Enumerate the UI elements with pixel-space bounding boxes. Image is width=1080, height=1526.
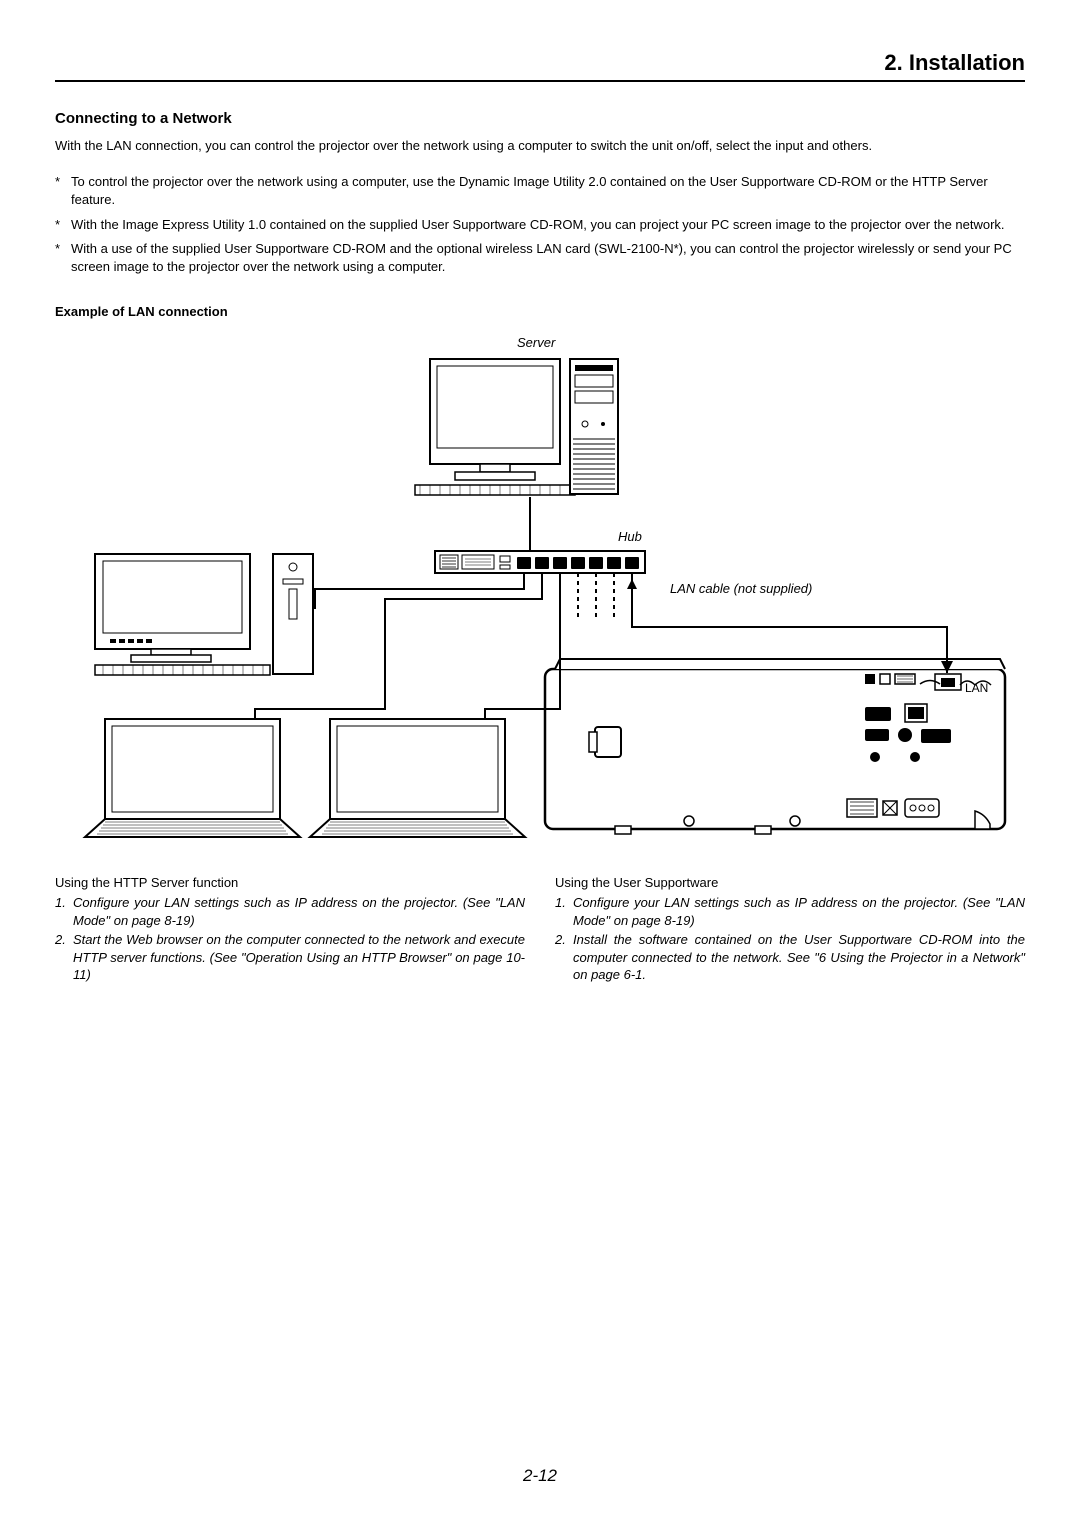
item-text: Start the Web browser on the computer co…: [73, 931, 525, 984]
section-title: Connecting to a Network: [55, 110, 1025, 127]
lan-diagram: Server Hub LAN cable (not supplied) LAN: [55, 329, 1025, 839]
item-number: 1.: [555, 894, 573, 929]
label-lan-port: LAN: [965, 681, 988, 695]
bullet-star: *: [55, 240, 71, 276]
item-number: 2.: [555, 931, 573, 984]
col-item: 2. Start the Web browser on the computer…: [55, 931, 525, 984]
bullet-text: With a use of the supplied User Supportw…: [71, 240, 1025, 276]
item-number: 2.: [55, 931, 73, 984]
intro-text: With the LAN connection, you can control…: [55, 137, 1025, 155]
page-number: 2-12: [0, 1466, 1080, 1486]
label-hub: Hub: [618, 529, 642, 544]
bullet-list: * To control the projector over the netw…: [55, 173, 1025, 276]
bullet-star: *: [55, 173, 71, 209]
column-right: Using the User Supportware 1. Configure …: [555, 875, 1025, 986]
col-head-left: Using the HTTP Server function: [55, 875, 525, 890]
bullet-item: * With the Image Express Utility 1.0 con…: [55, 216, 1025, 234]
bullet-item: * With a use of the supplied User Suppor…: [55, 240, 1025, 276]
two-column-instructions: Using the HTTP Server function 1. Config…: [55, 875, 1025, 986]
label-lan-cable: LAN cable (not supplied): [670, 581, 812, 596]
col-item: 1. Configure your LAN settings such as I…: [55, 894, 525, 929]
item-text: Install the software contained on the Us…: [573, 931, 1025, 984]
item-text: Configure your LAN settings such as IP a…: [573, 894, 1025, 929]
item-number: 1.: [55, 894, 73, 929]
col-item: 2. Install the software contained on the…: [555, 931, 1025, 984]
bullet-item: * To control the projector over the netw…: [55, 173, 1025, 209]
item-text: Configure your LAN settings such as IP a…: [73, 894, 525, 929]
col-item: 1. Configure your LAN settings such as I…: [555, 894, 1025, 929]
bullet-text: To control the projector over the networ…: [71, 173, 1025, 209]
bullet-text: With the Image Express Utility 1.0 conta…: [71, 216, 1025, 234]
example-subhead: Example of LAN connection: [55, 304, 1025, 319]
col-head-right: Using the User Supportware: [555, 875, 1025, 890]
chapter-header: 2. Installation: [55, 50, 1025, 82]
column-left: Using the HTTP Server function 1. Config…: [55, 875, 525, 986]
label-server: Server: [517, 335, 555, 350]
bullet-star: *: [55, 216, 71, 234]
